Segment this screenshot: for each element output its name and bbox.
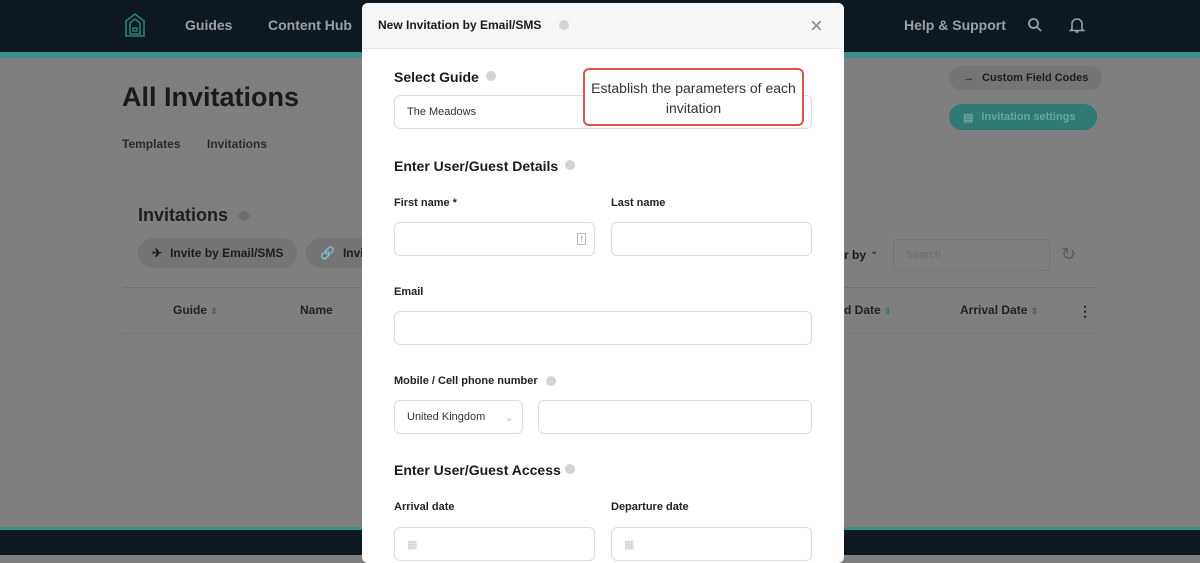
info-icon <box>486 71 496 81</box>
link-icon: 🔗 <box>320 246 335 260</box>
col-date[interactable]: d Date ⇕ <box>844 303 892 317</box>
info-icon <box>559 20 569 30</box>
calendar-icon: ▦ <box>624 538 635 551</box>
calendar-icon: ▤ <box>963 111 974 124</box>
arrival-date-input[interactable]: ▦ <box>394 527 595 561</box>
email-input[interactable] <box>394 311 812 345</box>
new-invitation-modal: New Invitation by Email/SMS × Select Gui… <box>362 3 844 563</box>
sort-icon: ⇕ <box>884 306 892 316</box>
col-arrival-label: Arrival Date <box>960 303 1028 317</box>
invitation-settings-button[interactable]: ▤ Invitation settings <box>949 104 1097 130</box>
last-name-input[interactable] <box>611 222 812 256</box>
more-options-icon[interactable]: ⋮ <box>1078 303 1092 320</box>
refresh-icon[interactable]: ↻ <box>1061 244 1076 265</box>
tab-invitations[interactable]: Invitations <box>207 137 267 151</box>
email-label: Email <box>394 286 424 298</box>
country-select[interactable]: United Kingdom ⌄ <box>394 400 523 434</box>
custom-field-codes-button[interactable]: → Custom Field Codes <box>949 66 1103 90</box>
col-date-label: d Date <box>844 303 881 317</box>
sort-icon: ⇕ <box>1030 306 1039 316</box>
house-logo-icon[interactable] <box>124 12 146 38</box>
autofill-icon: ! <box>577 233 586 245</box>
annotation-callout: Establish the parameters of each invitat… <box>583 68 804 126</box>
search-icon[interactable] <box>1027 17 1043 33</box>
info-icon <box>546 376 556 386</box>
invitation-settings-label: Invitation settings <box>981 111 1076 123</box>
phone-input[interactable] <box>538 400 812 434</box>
details-heading: Enter User/Guest Details <box>394 158 559 174</box>
chevron-down-icon: ⌄ <box>870 246 879 257</box>
country-value: United Kingdom <box>407 411 486 423</box>
arrow-right-icon: → <box>963 72 974 84</box>
search-input[interactable]: Search <box>893 239 1050 271</box>
departure-date-input[interactable]: ▦ <box>611 527 812 561</box>
nav-help-support[interactable]: Help & Support <box>904 17 1006 33</box>
first-name-input[interactable]: ! <box>394 222 595 256</box>
modal-header: New Invitation by Email/SMS × <box>362 3 844 49</box>
mobile-label: Mobile / Cell phone number <box>394 375 538 387</box>
filter-by-dropdown[interactable]: r by <box>844 248 866 262</box>
custom-field-codes-label: Custom Field Codes <box>982 72 1089 84</box>
invite-email-label: Invite by Email/SMS <box>170 246 284 260</box>
col-guide-label: Guide <box>173 303 208 317</box>
last-name-label: Last name <box>611 197 666 209</box>
modal-title: New Invitation by Email/SMS <box>378 18 542 32</box>
sort-icon: ⇕ <box>210 306 218 316</box>
close-icon[interactable]: × <box>810 13 823 39</box>
select-guide-heading: Select Guide <box>394 69 479 85</box>
col-name[interactable]: Name <box>300 303 333 317</box>
info-icon <box>565 160 575 170</box>
chevron-down-icon: ⌄ <box>504 411 514 424</box>
col-guide[interactable]: Guide ⇕ <box>173 303 218 317</box>
paper-plane-icon: ✈ <box>152 246 163 260</box>
nav-content-hub[interactable]: Content Hub <box>268 17 352 33</box>
first-name-label: First name * <box>394 197 457 209</box>
invite-email-button[interactable]: ✈ Invite by Email/SMS <box>138 238 298 268</box>
nav-guides[interactable]: Guides <box>185 17 232 33</box>
col-arrival[interactable]: Arrival Date ⇕ <box>960 303 1038 317</box>
invitations-heading: Invitations <box>138 205 229 225</box>
info-icon <box>239 211 249 221</box>
bell-icon[interactable] <box>1069 16 1085 34</box>
calendar-icon: ▦ <box>407 538 418 551</box>
access-heading: Enter User/Guest Access <box>394 462 561 478</box>
page-title: All Invitations <box>122 82 300 112</box>
departure-label: Departure date <box>611 501 689 513</box>
arrival-label: Arrival date <box>394 501 455 513</box>
info-icon <box>565 464 575 474</box>
tab-templates[interactable]: Templates <box>122 137 180 151</box>
